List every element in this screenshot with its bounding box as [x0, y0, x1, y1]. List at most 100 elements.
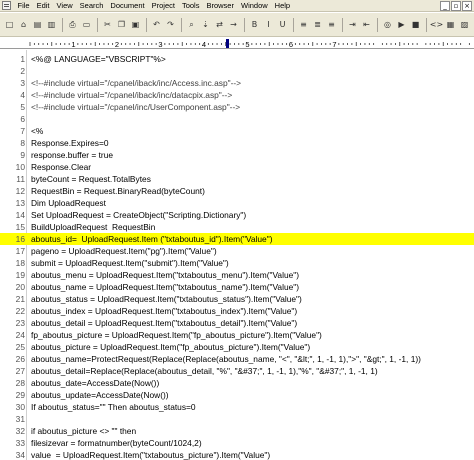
menu-edit[interactable]: Edit [33, 0, 53, 12]
bold-icon[interactable]: B [248, 18, 261, 32]
line-number: 7 [20, 126, 25, 136]
menu-view[interactable]: View [53, 0, 76, 12]
code-line[interactable]: 12 RequestBin = Request.BinaryRead(byteCo… [0, 185, 474, 197]
code-line[interactable]: 15 BuildUploadRequest RequestBin [0, 221, 474, 233]
code-line[interactable]: 16 aboutus_id= UploadRequest.Item ("txtab… [0, 233, 474, 245]
code-line[interactable]: 11 byteCount = Request.TotalBytes [0, 173, 474, 185]
code-line[interactable]: 24 fp_aboutus_picture = UploadRequest.Ite… [0, 329, 474, 341]
menu-search[interactable]: Search [76, 0, 107, 12]
ruler-label: 5 [245, 40, 249, 49]
code-line[interactable]: 14 Set UploadRequest = CreateObject("Scri… [0, 209, 474, 221]
code-line[interactable]: 8 Response.Expires=0 [0, 137, 474, 149]
line-number: 4 [20, 90, 25, 100]
code-text: aboutus_detail=Replace(Replace(aboutus_d… [31, 366, 378, 376]
line-number: 1 [20, 54, 25, 64]
code-line[interactable]: 29 aboutus_update=AccessDate(Now()) [0, 389, 474, 401]
minimize-button[interactable]: _ [440, 1, 450, 11]
line-number: 11 [16, 174, 25, 184]
browser-icon[interactable]: ◎ [381, 18, 394, 32]
find-next-icon[interactable]: ⇣ [199, 18, 212, 32]
menu-file[interactable]: File [14, 0, 33, 12]
close-button[interactable]: × [462, 1, 472, 11]
new-file-icon[interactable]: □ [3, 18, 16, 32]
print-preview-icon[interactable]: ▭ [80, 18, 93, 32]
line-number: 15 [15, 222, 25, 232]
redo-icon[interactable]: ↷ [164, 18, 177, 32]
line-number: 8 [20, 138, 25, 148]
code-text: if aboutus_picture <> "" then [31, 426, 137, 436]
tag-icon[interactable]: <> [430, 18, 443, 32]
code-line[interactable]: 33 filesizevar = formatnumber(byteCount/1… [0, 437, 474, 449]
code-line[interactable]: 21 aboutus_status = UploadRequest.Item("t… [0, 293, 474, 305]
toolbar-separator [342, 17, 343, 32]
menu-browser[interactable]: Browser [203, 0, 238, 12]
code-line[interactable]: 1 <%@ LANGUAGE="VBSCRIPT"%> [0, 53, 474, 65]
save-icon[interactable]: ▤ [31, 18, 44, 32]
copy-icon[interactable]: ❐ [115, 18, 128, 32]
code-line[interactable]: 34 value = UploadRequest.Item("txtaboutus… [0, 449, 474, 460]
code-line[interactable]: 10 Response.Clear [0, 161, 474, 173]
code-line[interactable]: 18 submit = UploadRequest.Item("submit").… [0, 257, 474, 269]
toolbar-separator [426, 17, 427, 32]
code-line[interactable]: 26 aboutus_name=ProtectRequest(Replace(Re… [0, 353, 474, 365]
find-icon[interactable]: ⌕ [185, 18, 198, 32]
line-number: 13 [15, 198, 25, 208]
code-text: filesizevar = formatnumber(byteCount/102… [31, 438, 202, 448]
code-line[interactable]: 25 aboutus_picture = UploadRequest.Item("… [0, 341, 474, 353]
code-line[interactable]: 22 aboutus_index = UploadRequest.Item("tx… [0, 305, 474, 317]
code-line[interactable]: 6 [0, 113, 474, 125]
line-number: 2 [20, 66, 25, 76]
code-line[interactable]: 30 If aboutus_status="" Then aboutus_stat… [0, 401, 474, 413]
line-number: 33 [15, 438, 25, 448]
line-number: 27 [15, 366, 25, 376]
code-line[interactable]: 5 <!--#include virtual="/cpanel/inc/UserC… [0, 101, 474, 113]
goto-icon[interactable]: → [227, 18, 240, 32]
code-editor[interactable]: 1 <%@ LANGUAGE="VBSCRIPT"%> 2 3 <!--#include… [0, 50, 474, 460]
toolbar-separator [62, 17, 63, 32]
document-icon[interactable] [2, 1, 11, 10]
code-line[interactable]: 2 [0, 65, 474, 77]
code-line[interactable]: 9 response.buffer = true [0, 149, 474, 161]
ruler-label: 7 [332, 40, 336, 49]
paste-icon[interactable]: ▣ [129, 18, 142, 32]
align-left-icon[interactable]: ≡ [297, 18, 310, 32]
replace-icon[interactable]: ⇄ [213, 18, 226, 32]
open-icon[interactable]: ⌂ [17, 18, 30, 32]
code-line[interactable]: 32 if aboutus_picture <> "" then [0, 425, 474, 437]
image-icon[interactable]: ▨ [458, 18, 471, 32]
save-all-icon[interactable]: ▥ [45, 18, 58, 32]
stop-icon[interactable]: ■ [409, 18, 422, 32]
line-number: 25 [15, 342, 25, 352]
restore-button[interactable]: ▫ [451, 1, 461, 11]
code-line[interactable]: 31 [0, 413, 474, 425]
code-line[interactable]: 13 Dim UploadRequest [0, 197, 474, 209]
code-line[interactable]: 19 aboutus_menu = UploadRequest.Item("txt… [0, 269, 474, 281]
outdent-icon[interactable]: ⇤ [360, 18, 373, 32]
code-line[interactable]: 20 aboutus_name = UploadRequest.Item("txt… [0, 281, 474, 293]
code-line[interactable]: 4 <!--#include virtual="/cpanel/iback/inc… [0, 89, 474, 101]
align-right-icon[interactable]: ≡ [325, 18, 338, 32]
italic-icon[interactable]: I [262, 18, 275, 32]
menu-project[interactable]: Project [148, 0, 178, 12]
align-center-icon[interactable]: ≣ [311, 18, 324, 32]
code-text: If aboutus_status="" Then aboutus_status… [31, 402, 196, 412]
code-line[interactable]: 3 <!--#include virtual="/cpanel/iback/inc… [0, 77, 474, 89]
undo-icon[interactable]: ↶ [150, 18, 163, 32]
code-line[interactable]: 17 pageno = UploadRequest.Item("pg").Item… [0, 245, 474, 257]
table-icon[interactable]: ▦ [444, 18, 457, 32]
menu-help[interactable]: Help [271, 0, 293, 12]
print-icon[interactable]: ⎙ [66, 18, 79, 32]
code-line[interactable]: 23 aboutus_detail = UploadRequest.Item("t… [0, 317, 474, 329]
code-text: Response.Expires=0 [31, 138, 109, 148]
indent-icon[interactable]: ⇥ [346, 18, 359, 32]
ruler-label: 1 [71, 40, 75, 49]
code-line[interactable]: 27 aboutus_detail=Replace(Replace(aboutus… [0, 365, 474, 377]
cut-icon[interactable]: ✂ [101, 18, 114, 32]
code-line[interactable]: 7 <% [0, 125, 474, 137]
menu-tools[interactable]: Tools [178, 0, 203, 12]
underline-icon[interactable]: U [276, 18, 289, 32]
menu-window[interactable]: Window [237, 0, 271, 12]
code-line[interactable]: 28 aboutus_date=AccessDate(Now()) [0, 377, 474, 389]
menu-document[interactable]: Document [107, 0, 148, 12]
run-icon[interactable]: ▶ [395, 18, 408, 32]
